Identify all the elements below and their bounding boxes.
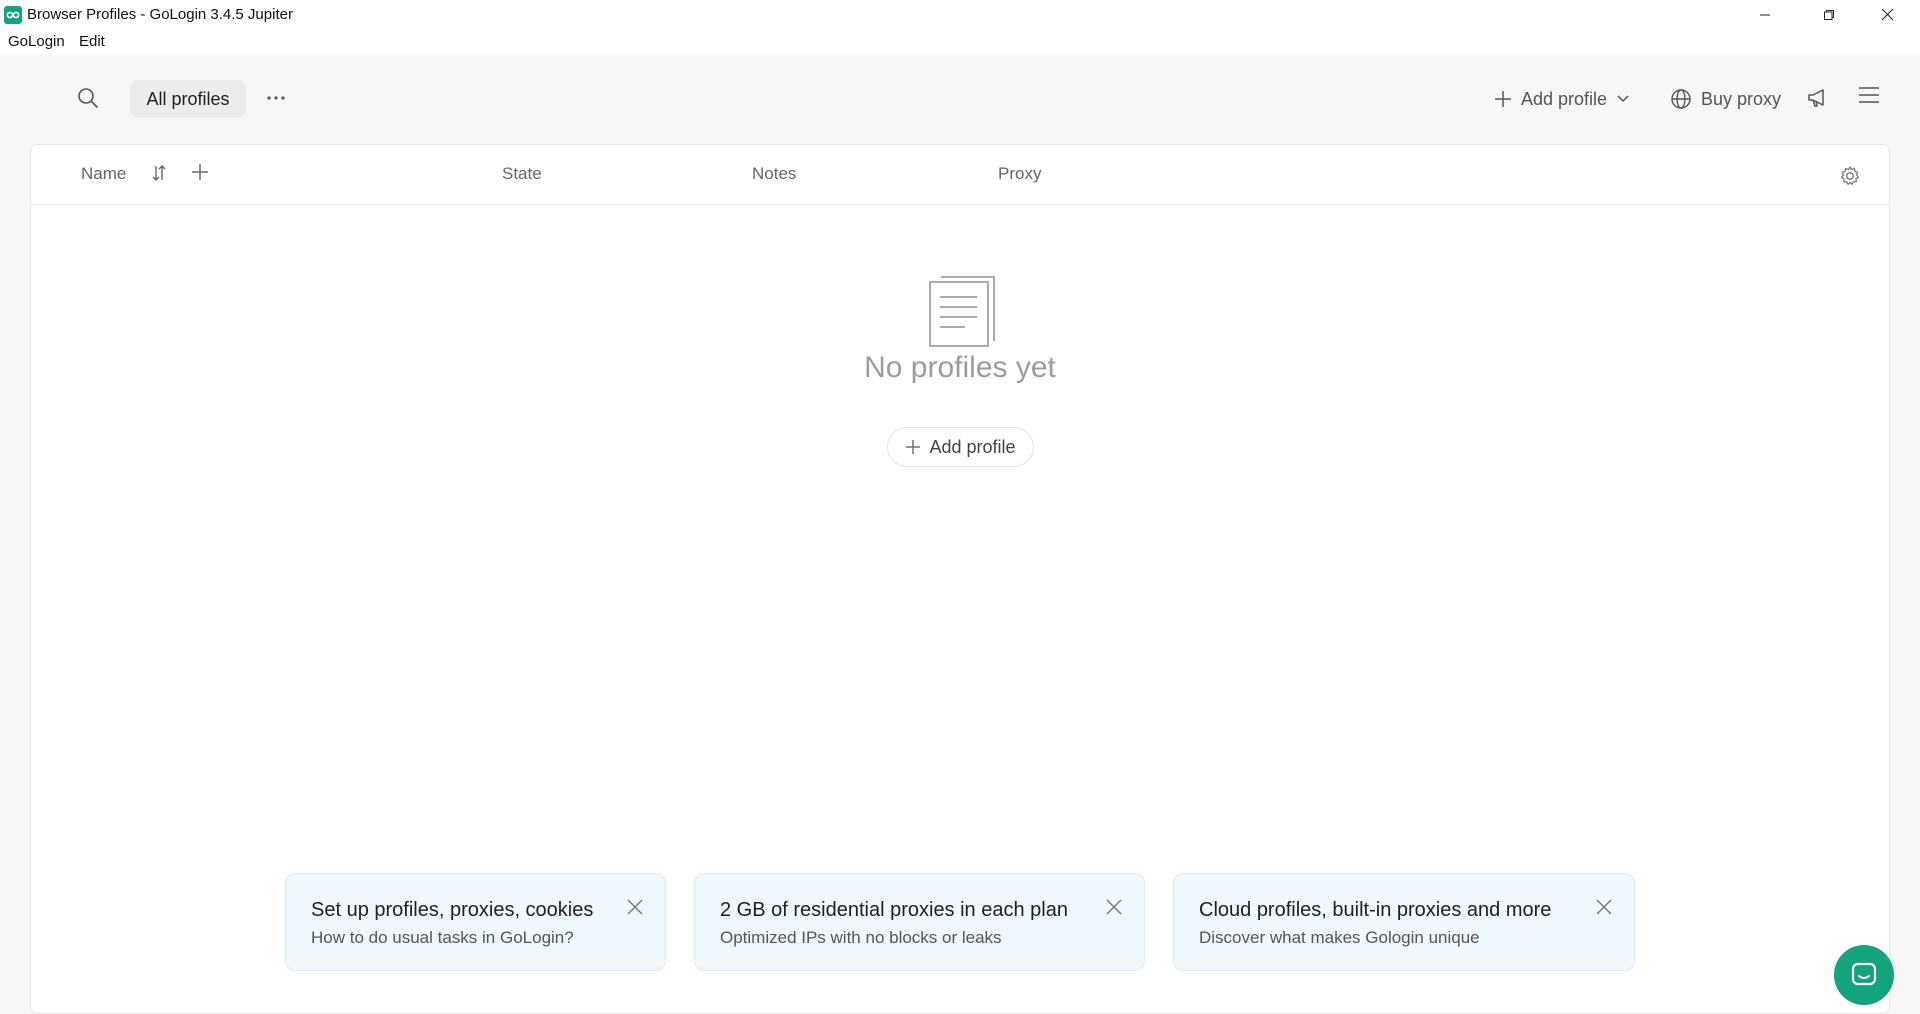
column-header-state[interactable]: State xyxy=(502,164,542,184)
add-profile-button[interactable]: Add profile xyxy=(887,427,1034,467)
promo-card-residential-proxies[interactable]: 2 GB of residential proxies in each plan… xyxy=(694,873,1145,971)
restore-icon xyxy=(1824,9,1834,20)
minimize-icon xyxy=(1760,14,1770,15)
close-window-button[interactable] xyxy=(1858,0,1916,29)
menu-bar: GoLogin Edit xyxy=(0,29,1920,54)
more-options-button[interactable] xyxy=(262,84,290,112)
promo-card-cloud-profiles[interactable]: Cloud profiles, built-in proxies and mor… xyxy=(1173,873,1635,971)
plus-icon xyxy=(192,164,208,180)
globe-icon xyxy=(1671,89,1691,109)
add-profile-label: Add profile xyxy=(1521,88,1608,109)
gear-icon xyxy=(1840,166,1860,185)
buy-proxy-label: Buy proxy xyxy=(1701,88,1782,109)
close-icon xyxy=(1596,899,1612,915)
promo-card-title: Set up profiles, proxies, cookies xyxy=(311,899,594,921)
megaphone-icon xyxy=(1808,89,1824,107)
sort-button[interactable] xyxy=(151,164,171,184)
promo-card-subtitle: How to do usual tasks in GoLogin? xyxy=(311,928,574,947)
toolbar: All profiles Add profile Buy proxy xyxy=(0,54,1920,144)
announcements-button[interactable] xyxy=(1806,86,1832,112)
gologin-logo-icon xyxy=(4,6,22,24)
promo-card-subtitle: Optimized IPs with no blocks or leaks xyxy=(720,928,1002,947)
close-icon xyxy=(627,899,643,915)
minimize-button[interactable] xyxy=(1736,0,1794,29)
hamburger-menu-icon xyxy=(1859,87,1879,103)
document-icon xyxy=(927,271,997,349)
all-profiles-tab[interactable]: All profiles xyxy=(130,80,246,118)
add-column-button[interactable] xyxy=(191,163,213,185)
column-header-proxy[interactable]: Proxy xyxy=(998,164,1041,184)
table-settings-button[interactable] xyxy=(1839,165,1861,187)
plus-icon xyxy=(906,440,921,454)
sort-icon xyxy=(152,165,166,181)
promo-card-title: 2 GB of residential proxies in each plan xyxy=(720,899,1068,921)
promo-card-close-button[interactable] xyxy=(1595,898,1615,918)
promo-card-subtitle: Discover what makes Gologin unique xyxy=(1199,928,1480,947)
window-title: Browser Profiles - GoLogin 3.4.5 Jupiter xyxy=(27,6,293,23)
promo-card-setup[interactable]: Set up profiles, proxies, cookies How to… xyxy=(285,873,666,971)
more-horizontal-icon xyxy=(267,96,285,100)
plus-icon xyxy=(1495,91,1511,107)
search-icon xyxy=(78,88,98,108)
close-icon xyxy=(1881,8,1893,21)
column-header-notes[interactable]: Notes xyxy=(752,164,796,184)
promo-card-title: Cloud profiles, built-in proxies and mor… xyxy=(1199,899,1552,921)
close-icon xyxy=(1106,899,1122,915)
support-chat-button[interactable] xyxy=(1834,945,1894,1005)
all-profiles-label: All profiles xyxy=(146,88,230,109)
promo-card-close-button[interactable] xyxy=(626,898,646,918)
table-header: Name State Notes Proxy xyxy=(31,145,1889,205)
chat-icon xyxy=(1851,962,1877,986)
menu-item-gologin[interactable]: GoLogin xyxy=(8,33,65,50)
restore-button[interactable] xyxy=(1800,0,1858,29)
promo-card-close-button[interactable] xyxy=(1105,898,1125,918)
main-menu-button[interactable] xyxy=(1858,86,1884,112)
window-title-bar: Browser Profiles - GoLogin 3.4.5 Jupiter xyxy=(0,0,1920,29)
search-button[interactable] xyxy=(76,86,104,114)
chevron-down-icon xyxy=(1617,95,1629,103)
add-profile-button-label: Add profile xyxy=(929,436,1016,457)
add-profile-dropdown-button[interactable]: Add profile xyxy=(1494,82,1630,116)
menu-item-edit[interactable]: Edit xyxy=(79,33,105,50)
column-header-name[interactable]: Name xyxy=(81,164,126,184)
empty-state-title: No profiles yet xyxy=(864,351,1056,384)
buy-proxy-button[interactable]: Buy proxy xyxy=(1670,82,1781,116)
